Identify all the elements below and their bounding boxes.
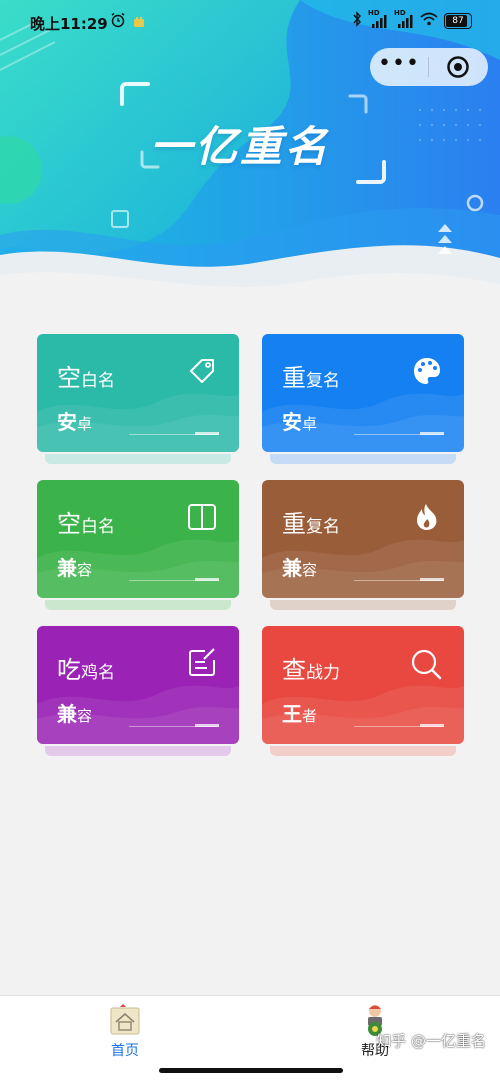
book-icon <box>187 502 217 536</box>
card-divider-accent <box>420 432 444 435</box>
card-title: 空白名 <box>57 504 115 539</box>
app-notification-icon <box>133 14 145 32</box>
more-dots-icon[interactable]: ••• <box>370 53 428 75</box>
card-title-rest: 白名 <box>81 517 115 537</box>
network-label: HD <box>368 9 380 17</box>
card-duplicate-name-android[interactable]: 重复名 安卓 <box>262 334 464 464</box>
tab-home-label: 首页 <box>111 1043 139 1059</box>
card-subtitle-lead: 安 <box>57 410 77 434</box>
app-logo-title: 一亿重名 <box>150 122 331 171</box>
bluetooth-icon <box>352 11 362 31</box>
target-circle-icon[interactable] <box>429 55 487 79</box>
card-body[interactable]: 重复名 安卓 <box>262 334 464 452</box>
card-title-rest: 鸡名 <box>81 663 115 683</box>
card-subtitle: 王者 <box>282 698 317 727</box>
card-title: 吃鸡名 <box>57 650 115 685</box>
header-banner: 晚上11:29 HD HD 87 ••• 一亿重名 <box>0 0 500 310</box>
card-title: 查战力 <box>282 650 340 685</box>
home-icon <box>85 1002 165 1036</box>
card-duplicate-name-compatible[interactable]: 重复名 兼容 <box>262 480 464 610</box>
card-blank-name-compatible[interactable]: 空白名 兼容 <box>37 480 239 610</box>
card-body[interactable]: 重复名 兼容 <box>262 480 464 598</box>
card-subtitle: 兼容 <box>57 552 92 581</box>
network-label-2: HD <box>394 9 406 17</box>
card-title-rest: 白名 <box>81 371 115 391</box>
card-check-power-kings[interactable]: 查战力 王者 <box>262 626 464 756</box>
card-subtitle-lead: 王 <box>282 702 302 726</box>
card-title-lead: 查 <box>282 656 306 684</box>
card-blank-name-android[interactable]: 空白名 安卓 <box>37 334 239 464</box>
signal-icon-2: HD <box>394 9 414 29</box>
miniprogram-capsule: ••• <box>370 48 488 86</box>
card-divider-accent <box>195 578 219 581</box>
card-shadow <box>270 454 456 464</box>
card-body[interactable]: 空白名 兼容 <box>37 480 239 598</box>
signal-icon: HD <box>368 9 388 29</box>
card-shadow <box>45 600 231 610</box>
card-title-rest: 复名 <box>306 371 340 391</box>
card-title-lead: 空 <box>57 364 81 392</box>
tab-home[interactable]: 首页 <box>85 1002 165 1060</box>
card-title-lead: 吃 <box>57 656 81 684</box>
card-body[interactable]: 空白名 安卓 <box>37 334 239 452</box>
card-title: 重复名 <box>282 504 340 539</box>
card-title-lead: 重 <box>282 364 306 392</box>
card-subtitle: 安卓 <box>57 406 92 435</box>
status-bar: 晚上11:29 HD HD 87 <box>0 0 500 44</box>
card-subtitle: 安卓 <box>282 406 317 435</box>
battery-level: 87 <box>452 16 464 26</box>
card-subtitle-rest: 容 <box>77 561 93 579</box>
card-subtitle-lead: 安 <box>282 410 302 434</box>
card-title-lead: 空 <box>57 510 81 538</box>
card-subtitle-rest: 者 <box>302 707 318 725</box>
card-divider-accent <box>195 432 219 435</box>
card-divider-accent <box>195 724 219 727</box>
fire-icon <box>412 502 442 536</box>
card-body[interactable]: 查战力 王者 <box>262 626 464 744</box>
card-subtitle-rest: 卓 <box>77 415 93 433</box>
battery-icon: 87 <box>444 13 472 29</box>
status-indicators: HD HD 87 <box>352 9 472 31</box>
card-subtitle-rest: 容 <box>302 561 318 579</box>
card-subtitle: 兼容 <box>57 698 92 727</box>
card-title-rest: 复名 <box>306 517 340 537</box>
card-shadow <box>270 746 456 756</box>
card-title-lead: 重 <box>282 510 306 538</box>
edit-icon <box>187 648 217 682</box>
card-subtitle-lead: 兼 <box>57 702 77 726</box>
zhihu-watermark: 知乎 @一亿重名 <box>376 1032 486 1050</box>
card-subtitle-rest: 容 <box>77 707 93 725</box>
card-divider-accent <box>420 724 444 727</box>
card-shadow <box>45 454 231 464</box>
card-pubg-name-compatible[interactable]: 吃鸡名 兼容 <box>37 626 239 756</box>
tag-icon <box>187 356 217 390</box>
status-time: 晚上11:29 <box>30 15 108 33</box>
card-divider-accent <box>420 578 444 581</box>
card-subtitle-rest: 卓 <box>302 415 318 433</box>
card-title: 空白名 <box>57 358 115 393</box>
card-subtitle: 兼容 <box>282 552 317 581</box>
card-subtitle-lead: 兼 <box>57 556 77 580</box>
card-shadow <box>45 746 231 756</box>
palette-icon <box>412 356 442 390</box>
alarm-icon <box>110 12 126 32</box>
home-indicator[interactable] <box>159 1068 343 1073</box>
wifi-icon <box>420 12 438 30</box>
card-subtitle-lead: 兼 <box>282 556 302 580</box>
card-title: 重复名 <box>282 358 340 393</box>
card-title-rest: 战力 <box>306 663 340 683</box>
card-shadow <box>270 600 456 610</box>
card-body[interactable]: 吃鸡名 兼容 <box>37 626 239 744</box>
search-icon <box>410 648 442 684</box>
